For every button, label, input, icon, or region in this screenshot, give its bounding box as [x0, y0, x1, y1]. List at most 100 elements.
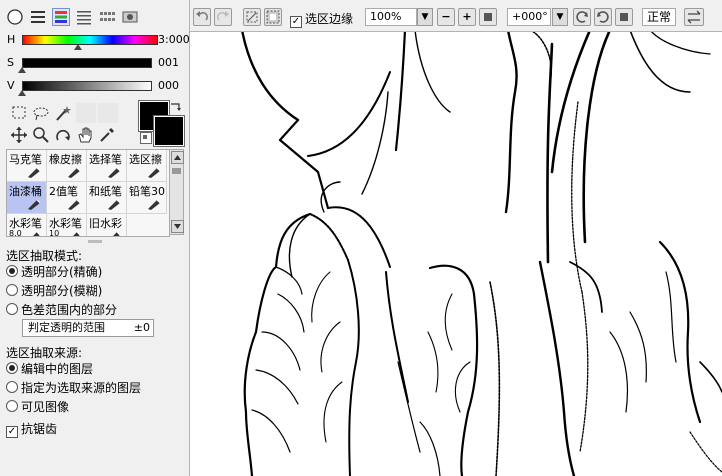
- mode-option-color-range[interactable]: 色差范围内的部分: [6, 301, 117, 318]
- brush-grid: 马克笔 橡皮擦 选择笔 选区擦油漆桶 2值笔 和纸笔 铅笔30 水彩笔 8.0 水彩笔 10 旧水彩: [6, 149, 170, 237]
- invert-selection-button[interactable]: [264, 8, 282, 26]
- eyedropper-icon[interactable]: [98, 126, 116, 144]
- checkmark-icon[interactable]: ✓: [6, 426, 18, 438]
- flip-horizontal-button[interactable]: [684, 8, 704, 26]
- panel-resize-handle[interactable]: [88, 240, 102, 243]
- zoom-dropdown-icon[interactable]: ▼: [417, 8, 433, 26]
- eraser-icon: [68, 167, 81, 178]
- zoom-reset-button[interactable]: [479, 8, 497, 26]
- washi-pen-icon: [108, 199, 121, 210]
- radio-button[interactable]: [6, 284, 18, 296]
- rotate-right-button[interactable]: [594, 8, 612, 26]
- range-value: ±0: [133, 321, 150, 334]
- binary-pen-icon: [68, 199, 81, 210]
- radio-button[interactable]: [6, 362, 18, 374]
- rotation-dropdown-icon[interactable]: ▼: [552, 8, 568, 26]
- rotation-field[interactable]: +000°: [507, 8, 551, 26]
- empty-tool-slot: [98, 103, 118, 123]
- brush-item[interactable]: 2值笔: [47, 182, 87, 214]
- brush-label: 铅笔30: [129, 185, 165, 198]
- blend-mode-field[interactable]: 正常: [642, 8, 676, 26]
- source-option-visible-image[interactable]: 可见图像: [6, 398, 69, 415]
- transparent-color-icon[interactable]: [140, 132, 152, 144]
- rgb-slider-mode-button[interactable]: [29, 8, 47, 26]
- background-color-swatch[interactable]: [153, 115, 185, 147]
- brush-item[interactable]: 和纸笔: [87, 182, 127, 214]
- brush-scrollbar[interactable]: [169, 149, 184, 235]
- selection-edge-toggle[interactable]: ✓ 选区边缘: [290, 10, 353, 28]
- rotate-left-button[interactable]: [573, 8, 591, 26]
- lasso-icon[interactable]: [32, 104, 50, 122]
- brush-item[interactable]: 水彩笔 8.0: [7, 214, 47, 236]
- move-icon[interactable]: [10, 126, 28, 144]
- hand-icon[interactable]: [76, 126, 94, 144]
- hsv-slider-mode-button[interactable]: [52, 8, 70, 26]
- brush-item[interactable]: 马克笔: [7, 150, 47, 182]
- color-wheel-mode-button[interactable]: [6, 8, 24, 26]
- left-panel: H 3:000 S 001 V 000 马克笔 橡皮擦 选择笔 选区擦油漆桶 2…: [0, 0, 190, 476]
- extraction-mode-heading: 选区抽取模式:: [6, 249, 83, 263]
- line-art: [241, 32, 722, 476]
- extraction-source-heading: 选区抽取来源:: [6, 346, 83, 360]
- mode-option-exact[interactable]: 透明部分(精确): [6, 263, 102, 280]
- zoom-out-button[interactable]: −: [437, 8, 455, 26]
- empty-tool-slot: [76, 103, 96, 123]
- value-slider-marker[interactable]: [18, 90, 26, 96]
- rotate-icon[interactable]: [54, 126, 72, 144]
- saturation-value: 001: [158, 56, 179, 69]
- radio-button[interactable]: [6, 400, 18, 412]
- brush-label: 橡皮擦: [49, 153, 82, 166]
- scroll-thumb[interactable]: [172, 168, 181, 174]
- radio-button[interactable]: [6, 381, 18, 393]
- hue-slider-marker[interactable]: [73, 44, 82, 50]
- redo-button[interactable]: [214, 8, 232, 26]
- watercolor-icon: [73, 231, 81, 236]
- antialias-checkbox[interactable]: ✓ 抗锯齿: [6, 420, 57, 438]
- brush-item[interactable]: 选择笔: [87, 150, 127, 182]
- deselect-button[interactable]: [243, 8, 261, 26]
- transparency-range-field[interactable]: 判定透明的范围 ±0: [22, 319, 154, 337]
- magic-wand-icon[interactable]: [54, 104, 72, 122]
- drawing-canvas[interactable]: [190, 32, 722, 476]
- source-option-specified-layer[interactable]: 指定为选取来源的图层: [6, 379, 141, 396]
- scroll-up-icon[interactable]: [171, 151, 184, 164]
- pencil-icon: [148, 199, 161, 210]
- hue-slider[interactable]: [22, 35, 158, 45]
- swap-colors-icon[interactable]: [169, 101, 183, 113]
- brush-item[interactable]: 油漆桶: [7, 182, 47, 214]
- value-slider[interactable]: [22, 81, 152, 91]
- old-watercolor-icon: [113, 231, 121, 236]
- mode-option-fuzzy[interactable]: 透明部分(模糊): [6, 282, 102, 299]
- radio-button[interactable]: [6, 303, 18, 315]
- rotation-reset-button[interactable]: [615, 8, 633, 26]
- hue-label: H: [7, 33, 16, 46]
- select-eraser-icon: [148, 167, 161, 178]
- top-toolbar: ✓ 选区边缘 100% ▼ − + +000° ▼ 正常: [190, 0, 722, 32]
- palette-mode-button[interactable]: [75, 8, 93, 26]
- watercolor-icon: [33, 231, 41, 236]
- select-pen-icon: [108, 167, 121, 178]
- zoom-field[interactable]: 100%: [365, 8, 417, 26]
- undo-button[interactable]: [193, 8, 211, 26]
- hue-value: 3:000: [158, 33, 190, 46]
- rect-select-icon[interactable]: [10, 104, 28, 122]
- brush-item[interactable]: 橡皮擦: [47, 150, 87, 182]
- brush-item[interactable]: 旧水彩: [87, 214, 127, 236]
- range-label: 判定透明的范围: [28, 321, 105, 334]
- brush-item[interactable]: 水彩笔 10: [47, 214, 87, 237]
- brush-size-label: 10: [49, 229, 60, 237]
- zoom-icon[interactable]: [32, 126, 50, 144]
- checkmark-icon[interactable]: ✓: [290, 16, 302, 28]
- zoom-in-button[interactable]: +: [458, 8, 476, 26]
- saturation-slider-marker[interactable]: [18, 67, 26, 73]
- scroll-down-icon[interactable]: [171, 220, 184, 233]
- radio-button[interactable]: [6, 265, 18, 277]
- source-option-editing-layer[interactable]: 编辑中的图层: [6, 360, 93, 377]
- brush-item[interactable]: 选区擦: [127, 150, 167, 182]
- swatch-mode-button[interactable]: [98, 8, 116, 26]
- scratchpad-mode-button[interactable]: [121, 8, 139, 26]
- saturation-slider[interactable]: [22, 58, 152, 68]
- brush-item[interactable]: 铅笔30: [127, 182, 167, 214]
- brush-label: 2值笔: [49, 185, 78, 198]
- brush-label: 和纸笔: [89, 185, 122, 198]
